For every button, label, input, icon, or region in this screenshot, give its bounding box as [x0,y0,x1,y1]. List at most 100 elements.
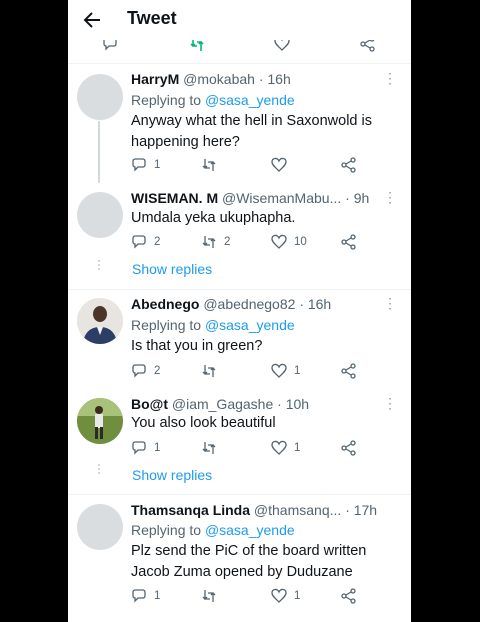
retweet-button[interactable] [201,157,217,173]
share-icon [341,234,356,250]
back-arrow-icon[interactable] [80,8,104,32]
reply-button[interactable]: 2 [131,234,160,250]
reply-count: 1 [154,590,161,602]
more-options-icon[interactable]: ⋮ [383,189,397,206]
author-handle: @iam_Gagashe [171,396,274,412]
tweet-time: · 17h [345,502,378,518]
retweet-button[interactable] [201,363,217,379]
tweet-time: · 10h [277,396,310,412]
avatar[interactable] [77,398,123,444]
reply-button[interactable]: 1 [131,588,160,604]
share-button[interactable] [341,157,357,173]
replying-prefix: Replying to [131,317,205,333]
author-line: Abednego @abednego82 · 16h [131,296,331,312]
retweet-icon [202,159,216,171]
more-options-icon[interactable]: ⋮ [383,295,397,312]
like-count: 1 [294,590,301,602]
reply-count: 2 [154,365,161,377]
reply-count: 1 [154,159,161,171]
replying-to-link[interactable]: @sasa_yende [205,92,295,108]
tweet-text-line: Anyway what the hell in Saxonwold is [131,113,372,129]
reply-icon [132,441,146,455]
retweet-button[interactable] [201,588,217,604]
like-button[interactable] [271,157,287,173]
share-icon [341,588,356,604]
author-name[interactable]: WISEMAN. M [131,190,218,206]
share-button[interactable] [341,440,357,456]
author-name[interactable]: Thamsanqa Linda [131,502,250,518]
reply-button[interactable]: 2 [131,363,160,379]
share-button[interactable] [341,363,357,379]
avatar[interactable] [77,298,123,344]
avatar-photo [77,398,123,444]
tweet-text-line: happening here? [131,133,240,150]
avatar[interactable] [77,74,123,120]
author-name[interactable]: Bo@t [131,396,168,412]
like-button[interactable]: 1 [271,363,300,379]
reply-count: 1 [154,442,161,454]
page-title: Tweet [127,8,177,28]
divider [68,289,411,290]
like-button[interactable]: 1 [271,440,300,456]
more-options-icon[interactable]: ⋮ [383,395,397,412]
author-handle: @WisemanMabu... [222,190,342,206]
like-count: 1 [294,442,301,454]
like-count: 10 [294,236,307,248]
author-handle: @thamsanq... [253,502,342,518]
replying-prefix: Replying to [131,522,205,538]
replying-to-link[interactable]: @sasa_yende [205,317,295,333]
tweet-text: Umdala yeka ukuphapha. [131,208,393,229]
tweet-text-line: Is that you in green? [131,338,263,354]
tweet-actions: 1 1 [131,440,361,458]
divider [68,494,411,495]
like-button[interactable]: 1 [271,588,300,604]
reply-icon [132,589,146,603]
reply-button[interactable]: 1 [131,440,160,456]
reply-button[interactable]: 1 [131,157,160,173]
reply-icon [132,235,146,249]
author-name[interactable]: Abednego [131,296,199,312]
thread-line [98,121,100,183]
like-count: 1 [294,365,301,377]
retweet-icon [202,442,216,454]
retweet-icon [202,236,216,248]
author-line: Bo@t @iam_Gagashe · 10h [131,396,309,412]
tweet-text: Plz send the PiC of the board written Ja… [131,541,393,582]
thread-dots [98,464,100,476]
like-icon [271,157,287,172]
tweet-actions: 2 1 [131,363,361,381]
author-line: WISEMAN. M @WisemanMabu... · 9h [131,190,369,206]
tweet-text: Anyway what the hell in Saxonwold is hap… [131,111,393,152]
reply-icon [132,364,146,378]
author-line: HarryM @mokabah · 16h [131,71,291,87]
share-icon [341,157,356,173]
more-options-icon[interactable]: ⋮ [383,70,397,87]
tweet-actions: 1 [131,157,361,175]
share-button[interactable] [341,234,357,250]
tweet-time: · 16h [299,296,332,312]
retweet-count: 2 [224,236,231,248]
like-icon [271,440,287,455]
tweet-time: · 16h [258,71,291,87]
show-replies-link[interactable]: Show replies [132,261,212,277]
tweet-actions: 1 1 [131,588,361,606]
like-button[interactable]: 10 [271,234,307,250]
show-replies-link[interactable]: Show replies [132,467,212,483]
replying-prefix: Replying to [131,92,205,108]
author-name[interactable]: HarryM [131,71,179,87]
retweet-icon [202,590,216,602]
avatar[interactable] [77,504,123,550]
share-icon [341,440,356,456]
top-bar: Tweet [68,0,411,40]
tweet-text-line: Plz send the PiC of the board written [131,543,367,559]
author-line: Thamsanqa Linda @thamsanq... · 17h [131,502,377,518]
tweet-text: Is that you in green? [131,336,393,357]
tweet-text: You also look beautiful [131,413,393,434]
retweet-button[interactable] [201,440,217,456]
divider [68,63,411,64]
share-button[interactable] [341,588,357,604]
reply-count: 2 [154,236,161,248]
replying-to-link[interactable]: @sasa_yende [205,522,295,538]
retweet-button[interactable]: 2 [201,234,230,250]
avatar[interactable] [77,192,123,238]
